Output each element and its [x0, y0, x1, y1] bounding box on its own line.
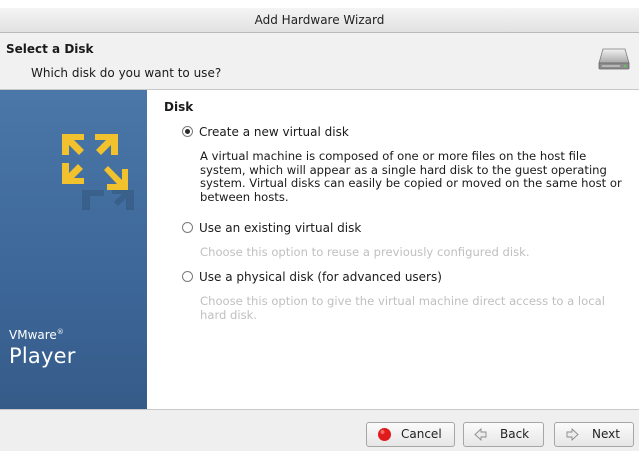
section-title-disk: Disk [164, 100, 194, 114]
cancel-button[interactable]: Cancel [366, 422, 455, 447]
next-button[interactable]: Next [554, 422, 634, 447]
cancel-label: Cancel [401, 427, 442, 441]
radio-use-physical-disk[interactable] [182, 271, 193, 282]
wizard-sidebar: VMware® Player [0, 90, 147, 409]
wizard-header: Select a Disk Which disk do you want to … [0, 33, 639, 90]
next-arrow-icon [566, 427, 579, 442]
brand-block: VMware® Player [9, 328, 76, 368]
background-window-strip [0, 0, 639, 8]
brand-registered-mark: ® [56, 328, 64, 336]
brand-vmware: VMware [9, 328, 57, 342]
next-label: Next [592, 427, 620, 441]
page-subtitle: Which disk do you want to use? [31, 66, 222, 80]
cancel-icon [378, 428, 391, 441]
page-title: Select a Disk [6, 42, 94, 56]
option-description-physical: Choose this option to give the virtual m… [200, 294, 605, 322]
hard-disk-icon [598, 48, 630, 70]
brand-product: Player [9, 344, 76, 368]
option-label[interactable]: Use an existing virtual disk [199, 220, 361, 236]
option-label[interactable]: Create a new virtual disk [199, 124, 349, 140]
vmware-logo-icon [62, 134, 134, 210]
back-label: Back [500, 427, 530, 441]
radio-use-existing-disk[interactable] [182, 222, 193, 233]
option-description-create-new: A virtual machine is composed of one or … [200, 149, 622, 204]
back-arrow-icon [474, 427, 487, 442]
option-description-existing: Choose this option to reuse a previously… [200, 245, 530, 259]
window-title: Add Hardware Wizard [254, 13, 385, 27]
wizard-content: Disk Create a new virtual disk A virtual… [147, 90, 638, 409]
wizard-footer: Cancel Back Next [0, 409, 639, 451]
option-label[interactable]: Use a physical disk (for advanced users) [199, 269, 442, 285]
radio-create-new-disk[interactable] [182, 126, 193, 137]
window-titlebar[interactable]: Add Hardware Wizard [0, 8, 639, 33]
back-button[interactable]: Back [463, 422, 544, 447]
